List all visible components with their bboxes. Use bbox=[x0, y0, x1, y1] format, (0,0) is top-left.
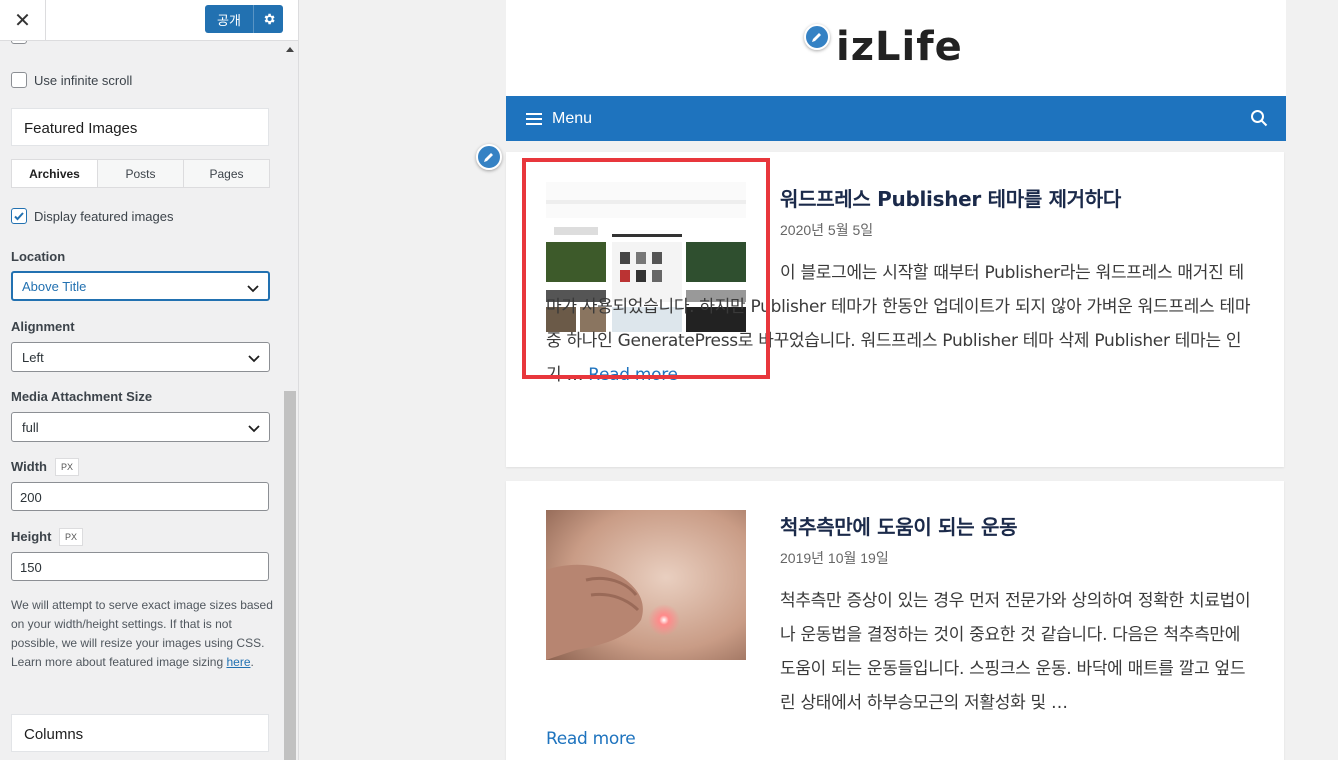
width-input[interactable]: 200 bbox=[11, 482, 269, 511]
width-unit: PX bbox=[55, 458, 80, 476]
scrollbar-thumb[interactable] bbox=[284, 391, 296, 760]
height-input[interactable]: 150 bbox=[11, 552, 269, 581]
alignment-label: Alignment bbox=[11, 319, 75, 334]
highlight-box bbox=[522, 158, 770, 379]
alignment-value: Left bbox=[22, 350, 44, 365]
media-size-select[interactable]: full bbox=[11, 412, 270, 442]
media-size-label: Media Attachment Size bbox=[11, 389, 153, 404]
edit-posts-pencil-icon[interactable] bbox=[476, 144, 502, 170]
chevron-down-icon bbox=[247, 285, 259, 293]
location-label: Location bbox=[11, 249, 66, 264]
height-label: Height bbox=[11, 529, 52, 544]
learn-more-link[interactable]: here bbox=[226, 655, 250, 669]
main-navigation: Menu bbox=[506, 96, 1286, 141]
chevron-down-icon bbox=[248, 355, 260, 363]
hamburger-icon bbox=[526, 112, 542, 125]
infinite-scroll-label: Use infinite scroll bbox=[34, 73, 133, 88]
width-value: 200 bbox=[20, 490, 42, 505]
width-label: Width bbox=[11, 459, 47, 474]
media-size-value: full bbox=[22, 420, 39, 435]
search-button[interactable] bbox=[1250, 109, 1268, 132]
close-icon: ✕ bbox=[14, 10, 31, 32]
close-button[interactable]: ✕ bbox=[0, 0, 46, 41]
location-value: Above Title bbox=[22, 279, 87, 294]
post-title[interactable]: 워드프레스 Publisher 테마를 제거하다 bbox=[780, 183, 1121, 212]
display-featured-images-checkbox[interactable] bbox=[11, 208, 27, 224]
edit-logo-pencil-icon[interactable] bbox=[804, 24, 830, 50]
display-featured-images-label: Display featured images bbox=[34, 209, 174, 224]
post-date[interactable]: 2020년 5월 5일 bbox=[780, 220, 873, 240]
tab-pages[interactable]: Pages bbox=[184, 160, 269, 187]
featured-images-tabs: Archives Posts Pages bbox=[11, 159, 270, 188]
publish-label: 공개 bbox=[217, 12, 241, 28]
columns-section-title: Columns bbox=[11, 714, 269, 752]
scroll-up-icon[interactable] bbox=[286, 47, 294, 52]
featured-images-section-title: Featured Images bbox=[11, 108, 269, 146]
chevron-down-icon bbox=[248, 425, 260, 433]
tab-archives[interactable]: Archives bbox=[12, 160, 98, 187]
post-excerpt: 척추측만 증상이 있는 경우 먼저 전문가와 상의하여 정확한 치료법이나 운동… bbox=[780, 591, 1251, 713]
site-logo[interactable]: izLife bbox=[836, 24, 963, 70]
tab-posts[interactable]: Posts bbox=[98, 160, 184, 187]
menu-toggle-button[interactable]: Menu bbox=[526, 96, 592, 141]
post-card: 척추측만에 도움이 되는 운동 2019년 10월 19일 척추측만 증상이 있… bbox=[506, 481, 1284, 760]
read-more-link[interactable]: Read more bbox=[546, 722, 1256, 756]
site-preview: izLife Menu 워드프레스 Publisher 테마를 제거하다 202… bbox=[299, 0, 1338, 760]
post-date[interactable]: 2019년 10월 19일 bbox=[780, 548, 889, 568]
gear-icon[interactable] bbox=[253, 5, 283, 33]
height-unit: PX bbox=[59, 528, 84, 546]
publish-button[interactable]: 공개 bbox=[205, 5, 283, 33]
image-size-description: We will attempt to serve exact image siz… bbox=[11, 596, 273, 672]
menu-label: Menu bbox=[552, 109, 593, 127]
customizer-sidebar: ✕ 공개 Use infinite scroll Featured Images… bbox=[0, 0, 299, 760]
customizer-header: ✕ 공개 bbox=[0, 0, 298, 41]
sidebar-scrollbar[interactable] bbox=[283, 41, 298, 760]
post-title[interactable]: 척추측만에 도움이 되는 운동 bbox=[780, 511, 1018, 540]
height-value: 150 bbox=[20, 560, 42, 575]
checkmark-icon bbox=[14, 212, 24, 221]
site-header: izLife bbox=[506, 0, 1286, 96]
alignment-select[interactable]: Left bbox=[11, 342, 270, 372]
infinite-scroll-checkbox[interactable] bbox=[11, 72, 27, 88]
location-select[interactable]: Above Title bbox=[11, 271, 270, 301]
description-end: . bbox=[250, 655, 254, 669]
search-icon bbox=[1251, 110, 1268, 127]
